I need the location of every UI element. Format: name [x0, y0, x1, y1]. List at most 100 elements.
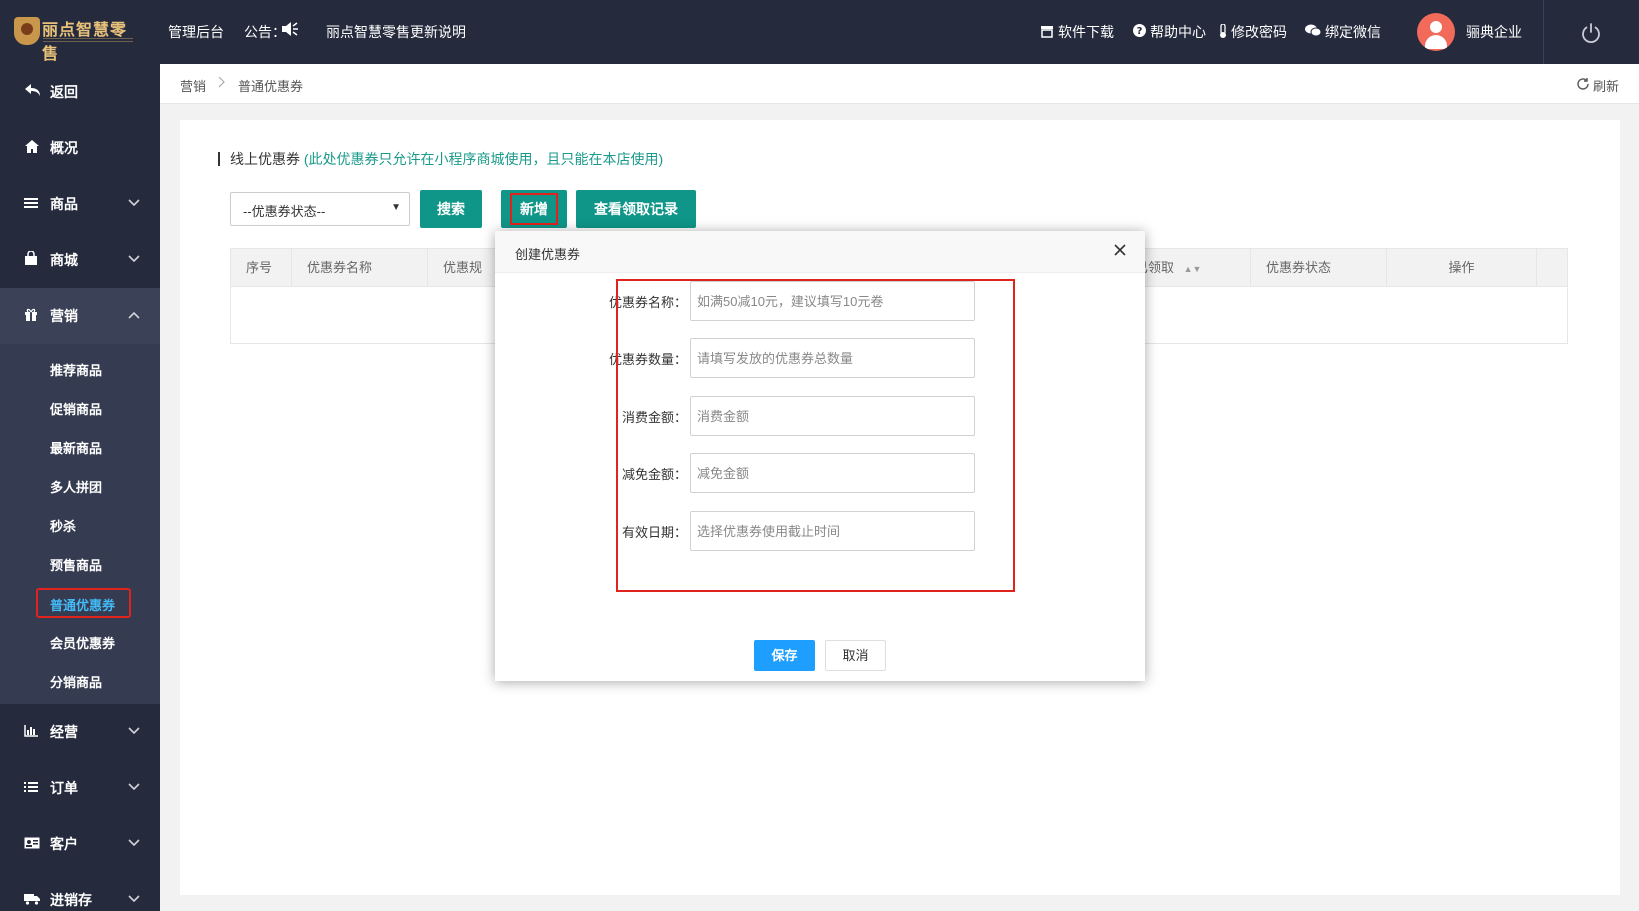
wechat-link[interactable]: 绑定微信 [1305, 22, 1381, 42]
user-icon [1430, 21, 1442, 33]
section-note: (此处优惠券只允许在小程序商城使用，且只能在本店使用) [303, 151, 664, 167]
shopping-bag-icon [24, 249, 44, 270]
id-card-icon [24, 836, 44, 853]
sidebar-item-back[interactable]: 返回 [0, 64, 160, 120]
submenu-item-recommended[interactable]: 推荐商品 [50, 360, 102, 379]
sidebar-item-overview[interactable]: 概况 [0, 120, 160, 176]
bar-chart-icon [24, 724, 44, 741]
add-button-label: 新增 [510, 193, 558, 225]
submenu-item-flash-sale[interactable]: 秒杀 [50, 516, 76, 535]
chevron-down-icon [128, 780, 140, 794]
sidebar-item-label: 订单 [50, 780, 78, 796]
help-link[interactable]: ? 帮助中心 [1133, 22, 1206, 42]
view-records-button[interactable]: 查看领取记录 [576, 190, 696, 228]
sidebar-item-label: 经营 [50, 724, 78, 740]
store-icon [1040, 24, 1054, 41]
chevron-down-icon [128, 252, 140, 266]
save-button[interactable]: 保存 [754, 640, 815, 671]
sidebar-item-label: 商品 [50, 196, 78, 212]
column-header-status: 优惠券状态 [1251, 249, 1387, 287]
breadcrumb-current: 普通优惠券 [238, 79, 304, 94]
question-circle-icon: ? [1133, 24, 1146, 40]
power-icon[interactable] [1580, 22, 1602, 44]
coupon-name-label: 优惠券名称： [608, 295, 687, 310]
column-header-name: 优惠券名称 [292, 249, 428, 287]
admin-link[interactable]: 管理后台 [168, 22, 224, 42]
submenu-item-promotion[interactable]: 促销商品 [50, 399, 102, 418]
download-link[interactable]: 软件下载 [1040, 22, 1114, 42]
sidebar-item-label: 概况 [50, 140, 78, 156]
back-arrow-icon [24, 82, 44, 102]
breadcrumb: 营销 普通优惠券 刷新 [160, 64, 1639, 104]
refresh-button[interactable]: 刷新 [1576, 76, 1619, 95]
logo[interactable]: 丽点智慧零售 [12, 14, 133, 63]
chat-bubbles-icon [1305, 24, 1322, 40]
svg-text:?: ? [1137, 26, 1143, 37]
sidebar-item-orders[interactable]: 订单 [0, 760, 160, 816]
submenu-item-normal-coupon[interactable]: 普通优惠券 [36, 588, 131, 618]
refresh-icon [1576, 77, 1590, 94]
sidebar: 返回 概况 商品 商城 营销 推荐商品 促销商品 最新商品 多人拼团 秒杀 预售… [0, 64, 160, 911]
submenu-item-member-coupon[interactable]: 会员优惠券 [50, 633, 115, 652]
sidebar-item-operation[interactable]: 经营 [0, 704, 160, 760]
coupon-quantity-label: 优惠券数量： [608, 352, 687, 367]
valid-date-label: 有效日期： [621, 525, 687, 540]
coupon-name-input[interactable] [690, 281, 975, 321]
submenu-item-newest[interactable]: 最新商品 [50, 438, 102, 457]
top-bar: 丽点智慧零售 管理后台 公告： 丽点智慧零售更新说明 软件下载 ? 帮助中心 修… [0, 0, 1639, 64]
sidebar-item-label: 返回 [50, 84, 78, 100]
company-name[interactable]: 骊典企业 [1466, 22, 1522, 42]
sidebar-item-label: 客户 [50, 836, 78, 852]
sidebar-item-label: 营销 [50, 308, 78, 324]
caret-down-icon: ▼ [391, 202, 401, 213]
speaker-icon [280, 20, 300, 41]
password-link[interactable]: 修改密码 [1219, 22, 1287, 42]
breadcrumb-parent[interactable]: 营销 [180, 76, 206, 95]
list-bullets-icon [24, 780, 44, 797]
chevron-right-icon [218, 76, 226, 91]
divider [1543, 0, 1544, 64]
sidebar-item-customers[interactable]: 客户 [0, 816, 160, 872]
section-title-text: 线上优惠券 [230, 151, 300, 167]
refresh-label: 刷新 [1592, 79, 1619, 94]
coupon-status-select[interactable]: --优惠券状态-- ▼ [230, 192, 410, 226]
help-label: 帮助中心 [1150, 24, 1206, 40]
submenu-item-distribution[interactable]: 分销商品 [50, 672, 102, 691]
password-label: 修改密码 [1231, 24, 1287, 40]
notice-link[interactable]: 丽点智慧零售更新说明 [326, 22, 466, 42]
column-header-actions: 操作 [1387, 249, 1537, 287]
sidebar-item-inventory[interactable]: 进销存 [0, 872, 160, 911]
truck-icon [24, 892, 44, 909]
close-icon[interactable] [1113, 241, 1127, 261]
submenu-item-presale[interactable]: 预售商品 [50, 555, 102, 574]
column-header-index: 序号 [231, 249, 292, 287]
sidebar-item-mall[interactable]: 商城 [0, 232, 160, 288]
coupon-quantity-input[interactable] [690, 338, 975, 378]
download-label: 软件下载 [1058, 24, 1114, 40]
spend-amount-input[interactable] [690, 396, 975, 436]
chevron-down-icon [128, 892, 140, 906]
search-button[interactable]: 搜索 [420, 190, 482, 228]
create-coupon-dialog: 创建优惠券 优惠券名称： 优惠券数量： 消费金额： 减免金额： 有效日期： 保存… [495, 231, 1145, 681]
avatar[interactable] [1417, 13, 1455, 51]
list-icon [24, 196, 44, 213]
add-button[interactable]: 新增 [501, 190, 567, 228]
select-value: --优惠券状态-- [243, 204, 326, 219]
sidebar-item-marketing[interactable]: 营销 [0, 288, 160, 344]
cancel-button[interactable]: 取消 [825, 640, 886, 671]
discount-amount-input[interactable] [690, 453, 975, 493]
chevron-down-icon [128, 196, 140, 210]
gift-icon [24, 307, 44, 325]
wechat-label: 绑定微信 [1325, 24, 1381, 40]
sidebar-item-goods[interactable]: 商品 [0, 176, 160, 232]
section-title: 线上优惠券 (此处优惠券只允许在小程序商城使用，且只能在本店使用) [218, 152, 663, 166]
chevron-up-icon [128, 308, 140, 322]
submenu-item-group-buy[interactable]: 多人拼团 [50, 477, 102, 496]
discount-amount-label: 减免金额： [621, 467, 687, 482]
sort-icon[interactable]: ▲▼ [1184, 264, 1202, 274]
dialog-header: 创建优惠券 [495, 231, 1145, 273]
marketing-submenu: 推荐商品 促销商品 最新商品 多人拼团 秒杀 预售商品 普通优惠券 会员优惠券 … [0, 344, 160, 704]
logo-icon [14, 17, 40, 45]
valid-date-input[interactable] [690, 511, 975, 551]
logo-subtitle-line [43, 38, 133, 42]
